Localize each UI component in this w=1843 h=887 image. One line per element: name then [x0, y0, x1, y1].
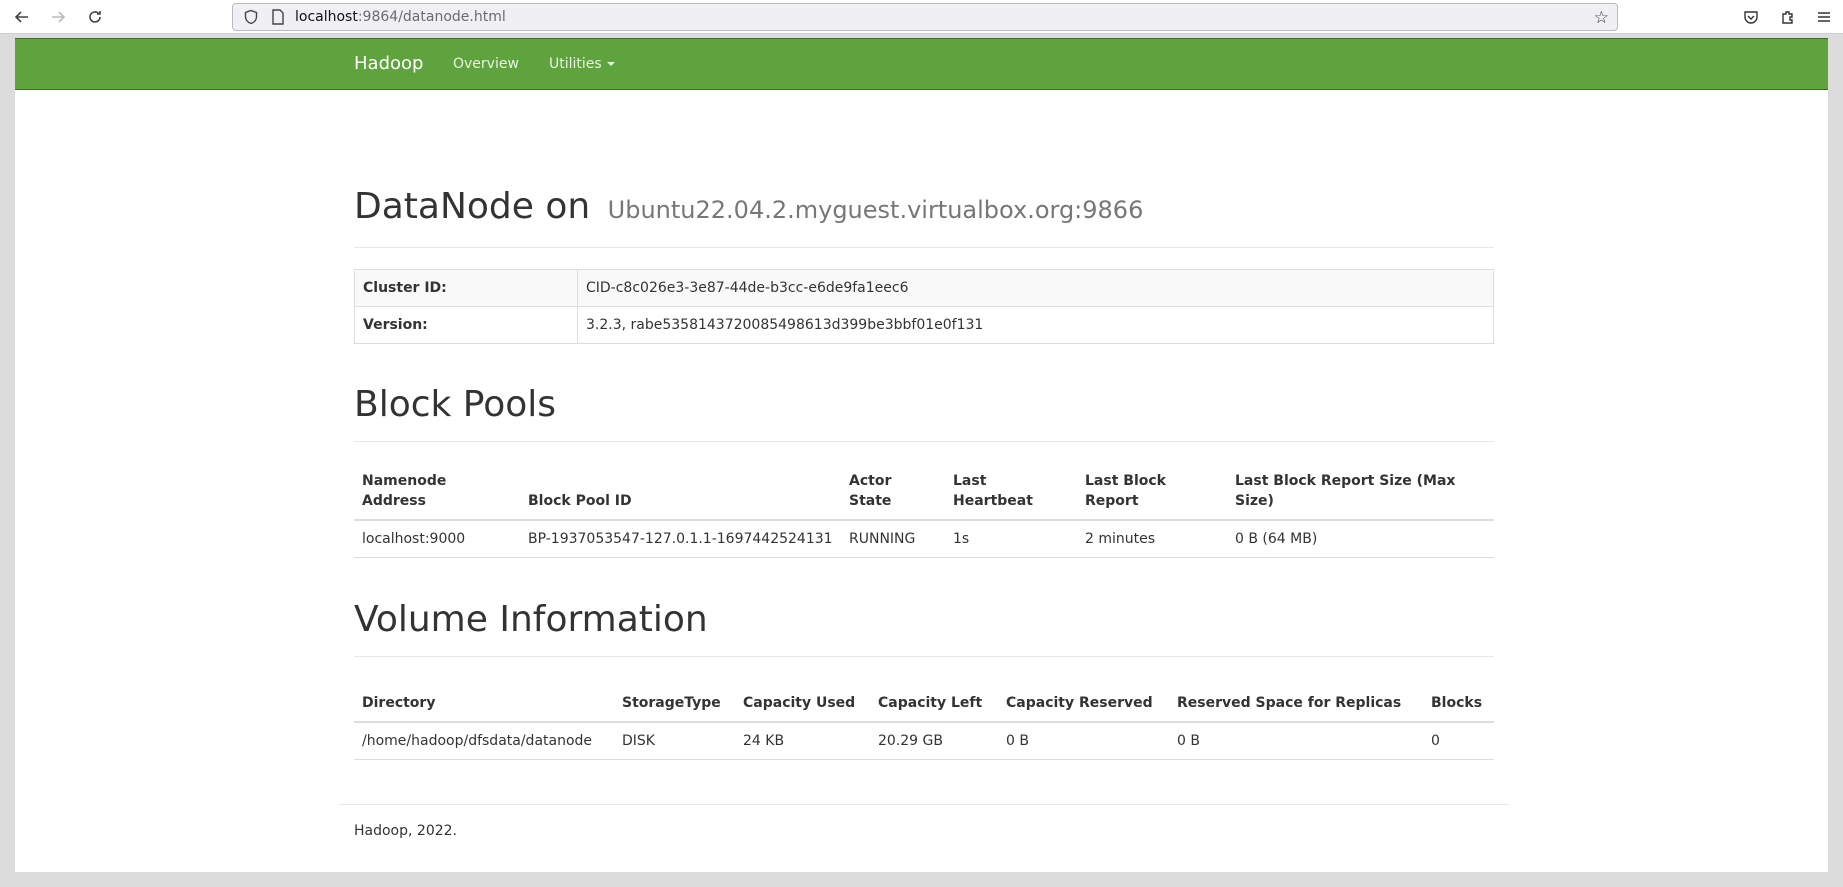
title-divider — [354, 247, 1494, 248]
col-block-pool-id: Block Pool ID — [520, 463, 841, 521]
nav-overview[interactable]: Overview — [453, 56, 519, 72]
browser-toolbar: localhost:9864/datanode.html ☆ — [0, 0, 1843, 34]
col-blocks: Blocks — [1423, 685, 1494, 723]
cell-last-heartbeat: 1s — [945, 520, 1077, 558]
brand-link[interactable]: Hadoop — [354, 53, 423, 74]
version-label: Version: — [354, 306, 578, 344]
page-title-text: DataNode on — [354, 186, 591, 227]
cell-storage-type: DISK — [614, 722, 735, 760]
volume-information-table: Directory StorageType Capacity Used Capa… — [354, 685, 1494, 760]
arrow-right-icon — [52, 11, 66, 23]
cluster-id-value: CID-c8c026e3-3e87-44de-b3cc-e6de9fa1eec6 — [577, 269, 1494, 307]
cell-directory: /home/hadoop/dfsdata/datanode — [354, 722, 614, 760]
col-namenode-address: Namenode Address — [354, 463, 520, 521]
table-header-row: Directory StorageType Capacity Used Capa… — [354, 685, 1494, 723]
page-subtitle: Ubuntu22.04.2.myguest.virtualbox.org:986… — [607, 196, 1144, 224]
table-row: Cluster ID: CID-c8c026e3-3e87-44de-b3cc-… — [354, 269, 1494, 307]
reload-icon — [89, 11, 101, 23]
url-path: :9864/datanode.html — [357, 9, 506, 25]
cell-block-pool-id: BP-1937053547-127.0.1.1-1697442524131 — [520, 520, 841, 558]
top-navbar: Hadoop Overview Utilities — [15, 38, 1828, 90]
block-pools-divider — [354, 441, 1494, 442]
extensions-icon[interactable] — [1778, 7, 1798, 27]
col-reserved-space-replicas: Reserved Space for Replicas — [1169, 685, 1423, 723]
address-bar[interactable]: localhost:9864/datanode.html ☆ — [232, 3, 1618, 31]
nav-utilities-dropdown[interactable]: Utilities — [549, 56, 615, 72]
shield-icon[interactable] — [243, 9, 259, 25]
cell-last-block-report: 2 minutes — [1077, 520, 1227, 558]
url-text: localhost:9864/datanode.html — [295, 9, 506, 25]
pocket-icon[interactable] — [1741, 7, 1761, 27]
col-storage-type: StorageType — [614, 685, 735, 723]
volume-information-heading: Volume Information — [354, 599, 708, 640]
cell-actor-state: RUNNING — [841, 520, 945, 558]
page-title: DataNode on Ubuntu22.04.2.myguest.virtua… — [354, 186, 1143, 227]
caret-down-icon — [606, 62, 615, 66]
col-capacity-reserved: Capacity Reserved — [998, 685, 1169, 723]
version-value: 3.2.3, rabe5358143720085498613d399be3bbf… — [577, 306, 1494, 344]
cell-blocks: 0 — [1423, 722, 1494, 760]
cell-last-block-report-size: 0 B (64 MB) — [1227, 520, 1494, 558]
footer-text: Hadoop, 2022. — [354, 823, 457, 839]
datanode-info-table: Cluster ID: CID-c8c026e3-3e87-44de-b3cc-… — [354, 269, 1494, 344]
cell-capacity-reserved: 0 B — [998, 722, 1169, 760]
cell-reserved-space-replicas: 0 B — [1169, 722, 1423, 760]
page-viewport: Hadoop Overview Utilities DataNode on Ub… — [15, 38, 1828, 872]
col-capacity-used: Capacity Used — [735, 685, 870, 723]
menu-icon[interactable] — [1814, 7, 1834, 27]
col-actor-state: Actor State — [841, 463, 945, 521]
table-row: Version: 3.2.3, rabe5358143720085498613d… — [354, 306, 1494, 344]
col-last-block-report-size: Last Block Report Size (Max Size) — [1227, 463, 1494, 521]
volume-information-divider — [354, 656, 1494, 657]
back-button[interactable] — [11, 6, 33, 28]
col-directory: Directory — [354, 685, 614, 723]
block-pools-table: Namenode Address Block Pool ID Actor Sta… — [354, 463, 1494, 558]
arrow-left-icon — [14, 11, 28, 23]
col-last-heartbeat: Last Heartbeat — [945, 463, 1077, 521]
footer-divider — [339, 804, 1509, 805]
nav-utilities-label: Utilities — [549, 56, 602, 72]
col-last-block-report: Last Block Report — [1077, 463, 1227, 521]
table-header-row: Namenode Address Block Pool ID Actor Sta… — [354, 463, 1494, 521]
table-row: /home/hadoop/dfsdata/datanode DISK 24 KB… — [354, 722, 1494, 760]
reload-button[interactable] — [84, 6, 106, 28]
table-row: localhost:9000 BP-1937053547-127.0.1.1-1… — [354, 520, 1494, 558]
cell-namenode-address: localhost:9000 — [354, 520, 520, 558]
col-capacity-left: Capacity Left — [870, 685, 998, 723]
url-host: localhost — [295, 9, 358, 25]
bookmark-star-icon[interactable]: ☆ — [1594, 8, 1609, 28]
page-icon[interactable] — [271, 9, 285, 25]
forward-button[interactable] — [47, 6, 69, 28]
cell-capacity-used: 24 KB — [735, 722, 870, 760]
cell-capacity-left: 20.29 GB — [870, 722, 998, 760]
block-pools-heading: Block Pools — [354, 384, 557, 425]
cluster-id-label: Cluster ID: — [354, 269, 578, 307]
